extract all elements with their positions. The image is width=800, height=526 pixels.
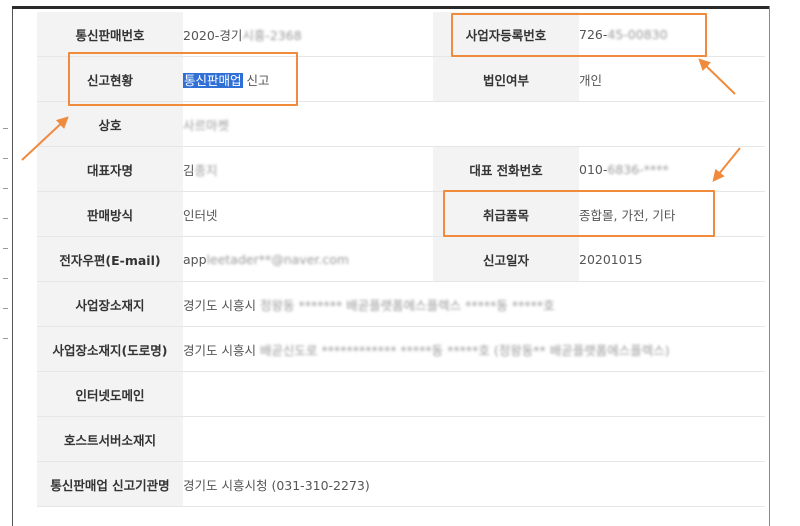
- value-sales-method[interactable]: 인터넷: [183, 191, 433, 237]
- table-row: 사업장소재지 경기도 시흥시 정왕동 ******* 배곧플랫폼에스플렉스 **…: [37, 281, 765, 327]
- table-row: 호스트서버소재지: [37, 416, 765, 462]
- road-address-masked: 배곧신도로 ************ *****동 *****호 (정왕동** …: [259, 342, 670, 358]
- top-rule: [12, 6, 769, 9]
- email-prefix: app: [183, 251, 207, 267]
- business-address-masked: 정왕동 ******* 배곧플랫폼에스플렉스 *****동 *****호: [259, 297, 555, 313]
- business-address-prefix: 경기도 시흥시: [183, 297, 256, 313]
- label-phone: 대표 전화번호: [433, 146, 579, 192]
- trade-name-masked: 사르마켓: [183, 117, 230, 133]
- annotation-box-business-reg-number: [451, 13, 707, 57]
- value-corporate-status[interactable]: 개인: [579, 56, 765, 102]
- label-reporting-agency: 통신판매업 신고기관명: [37, 461, 183, 507]
- label-trade-name: 상호: [37, 101, 183, 147]
- label-host-server-location: 호스트서버소재지: [37, 416, 183, 462]
- phone-masked: 6836-****: [607, 161, 669, 177]
- label-sales-method: 판매방식: [37, 191, 183, 237]
- table-row: 대표자명 김종지 대표 전화번호 010-6836-****: [37, 146, 765, 192]
- value-trade-name[interactable]: 사르마켓: [183, 101, 765, 147]
- table-row: 전자우편(E-mail) appleetader**@naver.com 신고일…: [37, 236, 765, 282]
- phone-prefix: 010-: [579, 161, 608, 177]
- left-window-strip: [0, 0, 12, 515]
- value-email[interactable]: appleetader**@naver.com: [183, 236, 433, 282]
- table-row: 상호 사르마켓: [37, 101, 765, 147]
- label-email: 전자우편(E-mail): [37, 236, 183, 282]
- table-row: 사업장소재지(도로명) 경기도 시흥시 배곧신도로 ************ *…: [37, 326, 765, 372]
- label-road-address: 사업장소재지(도로명): [37, 326, 183, 372]
- value-representative[interactable]: 김종지: [183, 146, 433, 192]
- road-address-prefix: 경기도 시흥시: [183, 342, 256, 358]
- mail-order-number-masked: 시흥-2368: [242, 27, 302, 43]
- right-window-strip: [770, 0, 800, 515]
- value-host-server-location[interactable]: [183, 416, 765, 462]
- label-business-address: 사업장소재지: [37, 281, 183, 327]
- annotation-box-report-status: [68, 52, 298, 106]
- value-mail-order-number[interactable]: 2020-경기시흥-2368: [183, 12, 433, 57]
- label-report-date: 신고일자: [433, 236, 579, 282]
- label-representative: 대표자명: [37, 146, 183, 192]
- mail-order-number-prefix: 2020-경기: [183, 27, 243, 43]
- representative-prefix: 김: [183, 162, 195, 178]
- value-business-address[interactable]: 경기도 시흥시 정왕동 ******* 배곧플랫폼에스플렉스 *****동 **…: [183, 281, 765, 327]
- value-phone[interactable]: 010-6836-****: [579, 146, 765, 192]
- label-mail-order-number: 통신판매번호: [37, 12, 183, 57]
- value-internet-domain[interactable]: [183, 371, 765, 417]
- email-masked: leetader**@naver.com: [206, 251, 350, 267]
- label-corporate-status: 법인여부: [433, 56, 579, 102]
- representative-masked: 종지: [194, 162, 218, 178]
- annotation-box-product-category: [443, 190, 715, 237]
- value-reporting-agency[interactable]: 경기도 시흥시청 (031-310-2273): [183, 461, 765, 507]
- table-row: 통신판매업 신고기관명 경기도 시흥시청 (031-310-2273): [37, 461, 765, 507]
- value-road-address[interactable]: 경기도 시흥시 배곧신도로 ************ *****동 *****호…: [183, 326, 765, 372]
- value-report-date[interactable]: 20201015: [579, 236, 765, 282]
- label-internet-domain: 인터넷도메인: [37, 371, 183, 417]
- table-row: 인터넷도메인: [37, 371, 765, 417]
